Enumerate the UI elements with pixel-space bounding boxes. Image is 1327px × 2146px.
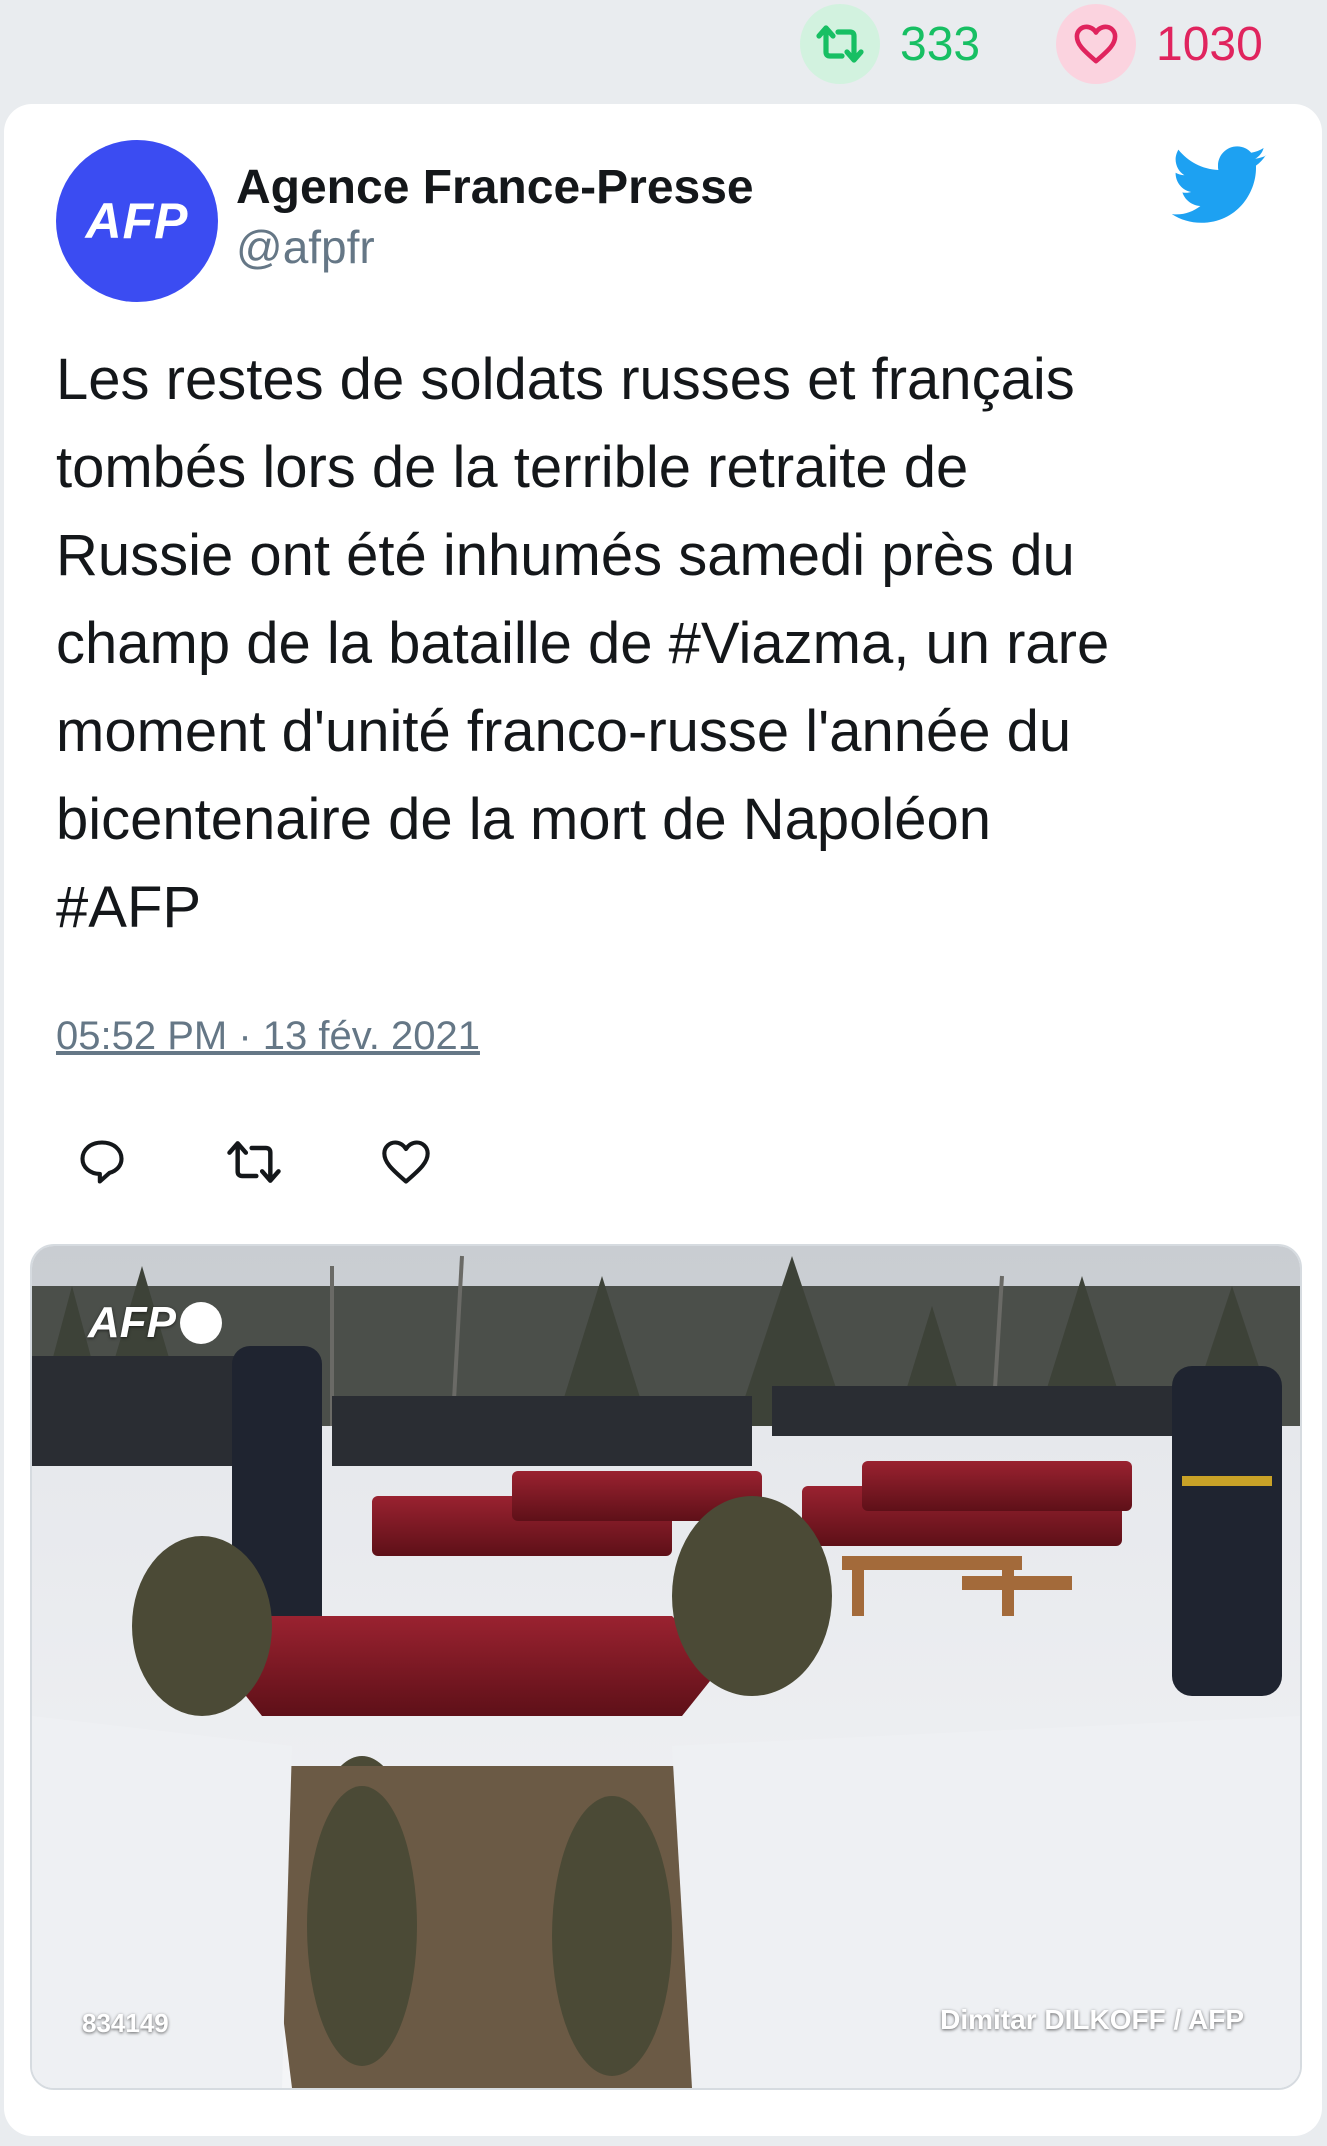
- burial-scene-image: [32, 1246, 1300, 2088]
- twitter-bird-icon[interactable]: [1172, 146, 1268, 226]
- photo-agency-watermark: AFP: [88, 1298, 222, 1348]
- author-name[interactable]: Agence France-Presse: [236, 160, 754, 215]
- tweet-text: Les restes de soldats russes et français…: [56, 347, 1110, 940]
- tweet-card: AFP Agence France-Presse @afpfr Les rest…: [4, 104, 1322, 2136]
- photo-id: 834149: [82, 2008, 169, 2038]
- retweet-icon: [800, 4, 880, 84]
- engagement-bar: 333 1030: [0, 0, 1327, 100]
- reply-button[interactable]: [74, 1134, 130, 1190]
- author-handle[interactable]: @afpfr: [236, 220, 375, 274]
- retweet-button[interactable]: [226, 1134, 282, 1190]
- tweet-timestamp[interactable]: 05:52 PM · 13 fév. 2021: [56, 1014, 480, 1059]
- like-count-stat[interactable]: 1030: [1056, 4, 1263, 84]
- retweet-count: 333: [900, 17, 981, 71]
- like-button[interactable]: [378, 1134, 434, 1190]
- like-icon: [382, 1140, 430, 1184]
- retweet-icon: [227, 1141, 281, 1183]
- like-count: 1030: [1156, 17, 1263, 71]
- retweet-count-stat[interactable]: 333: [800, 4, 980, 84]
- reply-icon: [80, 1140, 124, 1184]
- avatar[interactable]: AFP: [56, 140, 218, 302]
- heart-icon: [1056, 4, 1136, 84]
- avatar-text: AFP: [85, 193, 189, 249]
- photo-credit: Dimitar DILKOFF / AFP: [940, 2004, 1244, 2035]
- tweet-photo[interactable]: AFP 834149 Dimitar DILKOFF / AFP: [30, 1244, 1302, 2090]
- tweet-actions: [74, 1132, 530, 1192]
